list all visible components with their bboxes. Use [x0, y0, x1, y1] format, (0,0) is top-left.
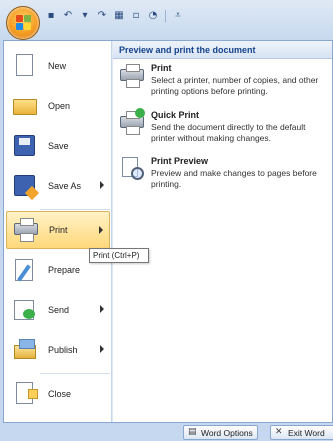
menu-footer: ▤ Word Options ✕ Exit Word — [0, 423, 333, 441]
submenu-arrow-icon[interactable] — [100, 305, 104, 313]
open-folder-icon — [12, 93, 38, 119]
exit-word-label: Exit Word — [288, 427, 325, 438]
printer-icon — [13, 217, 39, 243]
options-icon: ▤ — [188, 427, 197, 437]
customize-qat-icon[interactable]: ⩡ — [171, 9, 185, 22]
exit-icon: ✕ — [275, 427, 283, 437]
undo-icon[interactable]: ↶ — [61, 9, 75, 22]
print-preview-icon[interactable]: ◔ — [146, 9, 160, 22]
option-title: Quick Print — [151, 110, 200, 120]
option-description: Send the document directly to the defaul… — [151, 122, 306, 143]
menu-item-print[interactable]: Print — [6, 211, 110, 249]
menu-item-label: Publish — [48, 345, 78, 355]
menu-item-label: Print — [49, 225, 68, 235]
panel-title: Preview and print the document — [113, 41, 332, 59]
office-button[interactable] — [6, 6, 40, 40]
menu-item-new[interactable]: New — [6, 47, 110, 85]
save-disk-icon — [12, 133, 38, 159]
menu-item-label: Close — [48, 389, 72, 399]
print-tooltip: Print (Ctrl+P) — [89, 248, 149, 263]
quick-access-toolbar: ▪ ↶ ▾ ↷ ▦ ▫ ◔ ⩡ — [0, 0, 333, 40]
office-menu: New Open Save Save As Print Prepare Send — [3, 40, 333, 423]
submenu-arrow-icon[interactable] — [99, 226, 103, 234]
table-icon[interactable]: ▦ — [112, 9, 126, 22]
print-submenu-panel: Preview and print the document Print Sel… — [113, 41, 332, 422]
new-document-icon — [12, 53, 38, 79]
print-option[interactable]: Print Select a printer, number of copies… — [119, 63, 329, 97]
magnifier-icon — [119, 156, 144, 180]
prepare-icon — [12, 257, 38, 283]
submenu-arrow-icon[interactable] — [100, 181, 104, 189]
menu-item-open[interactable]: Open — [6, 87, 110, 125]
close-document-icon — [12, 381, 38, 407]
menu-item-close[interactable]: Close — [6, 375, 110, 413]
send-icon — [12, 297, 38, 323]
menu-item-save[interactable]: Save — [6, 127, 110, 165]
qat-separator — [165, 9, 166, 22]
menu-item-save-as[interactable]: Save As — [6, 167, 110, 205]
menu-item-publish[interactable]: Publish — [6, 331, 110, 369]
word-options-button[interactable]: ▤ Word Options — [183, 425, 258, 440]
option-title: Print — [151, 63, 172, 73]
exit-word-button[interactable]: ✕ Exit Word — [270, 425, 333, 440]
save-icon[interactable]: ▪ — [44, 9, 58, 22]
new-doc-icon[interactable]: ▫ — [129, 9, 143, 22]
menu-commands: New Open Save Save As Print Prepare Send — [4, 41, 112, 422]
submenu-arrow-icon[interactable] — [100, 345, 104, 353]
option-description: Preview and make changes to pages before… — [151, 168, 317, 189]
menu-item-label: Save — [48, 141, 69, 151]
menu-item-label: New — [48, 61, 67, 71]
menu-separator — [40, 209, 110, 210]
menu-item-label: Save As — [48, 181, 82, 191]
save-as-icon — [12, 173, 38, 199]
menu-item-label: Send — [48, 305, 70, 315]
menu-item-label: Open — [48, 101, 71, 111]
printer-icon — [119, 63, 144, 88]
menu-item-send[interactable]: Send — [6, 291, 110, 329]
word-options-label: Word Options — [201, 427, 253, 438]
menu-separator — [40, 373, 110, 374]
quick-print-icon — [119, 108, 145, 135]
office-logo-icon — [16, 15, 32, 31]
option-description: Select a printer, number of copies, and … — [151, 75, 319, 96]
option-title: Print Preview — [151, 156, 209, 166]
print-preview-option[interactable]: Print Preview Preview and make changes t… — [119, 156, 329, 190]
redo-icon[interactable]: ↷ — [95, 9, 109, 22]
menu-item-label: Prepare — [48, 265, 81, 275]
undo-dropdown-icon[interactable]: ▾ — [78, 9, 92, 22]
publish-icon — [12, 337, 38, 363]
quick-print-option[interactable]: Quick Print Send the document directly t… — [119, 108, 329, 144]
